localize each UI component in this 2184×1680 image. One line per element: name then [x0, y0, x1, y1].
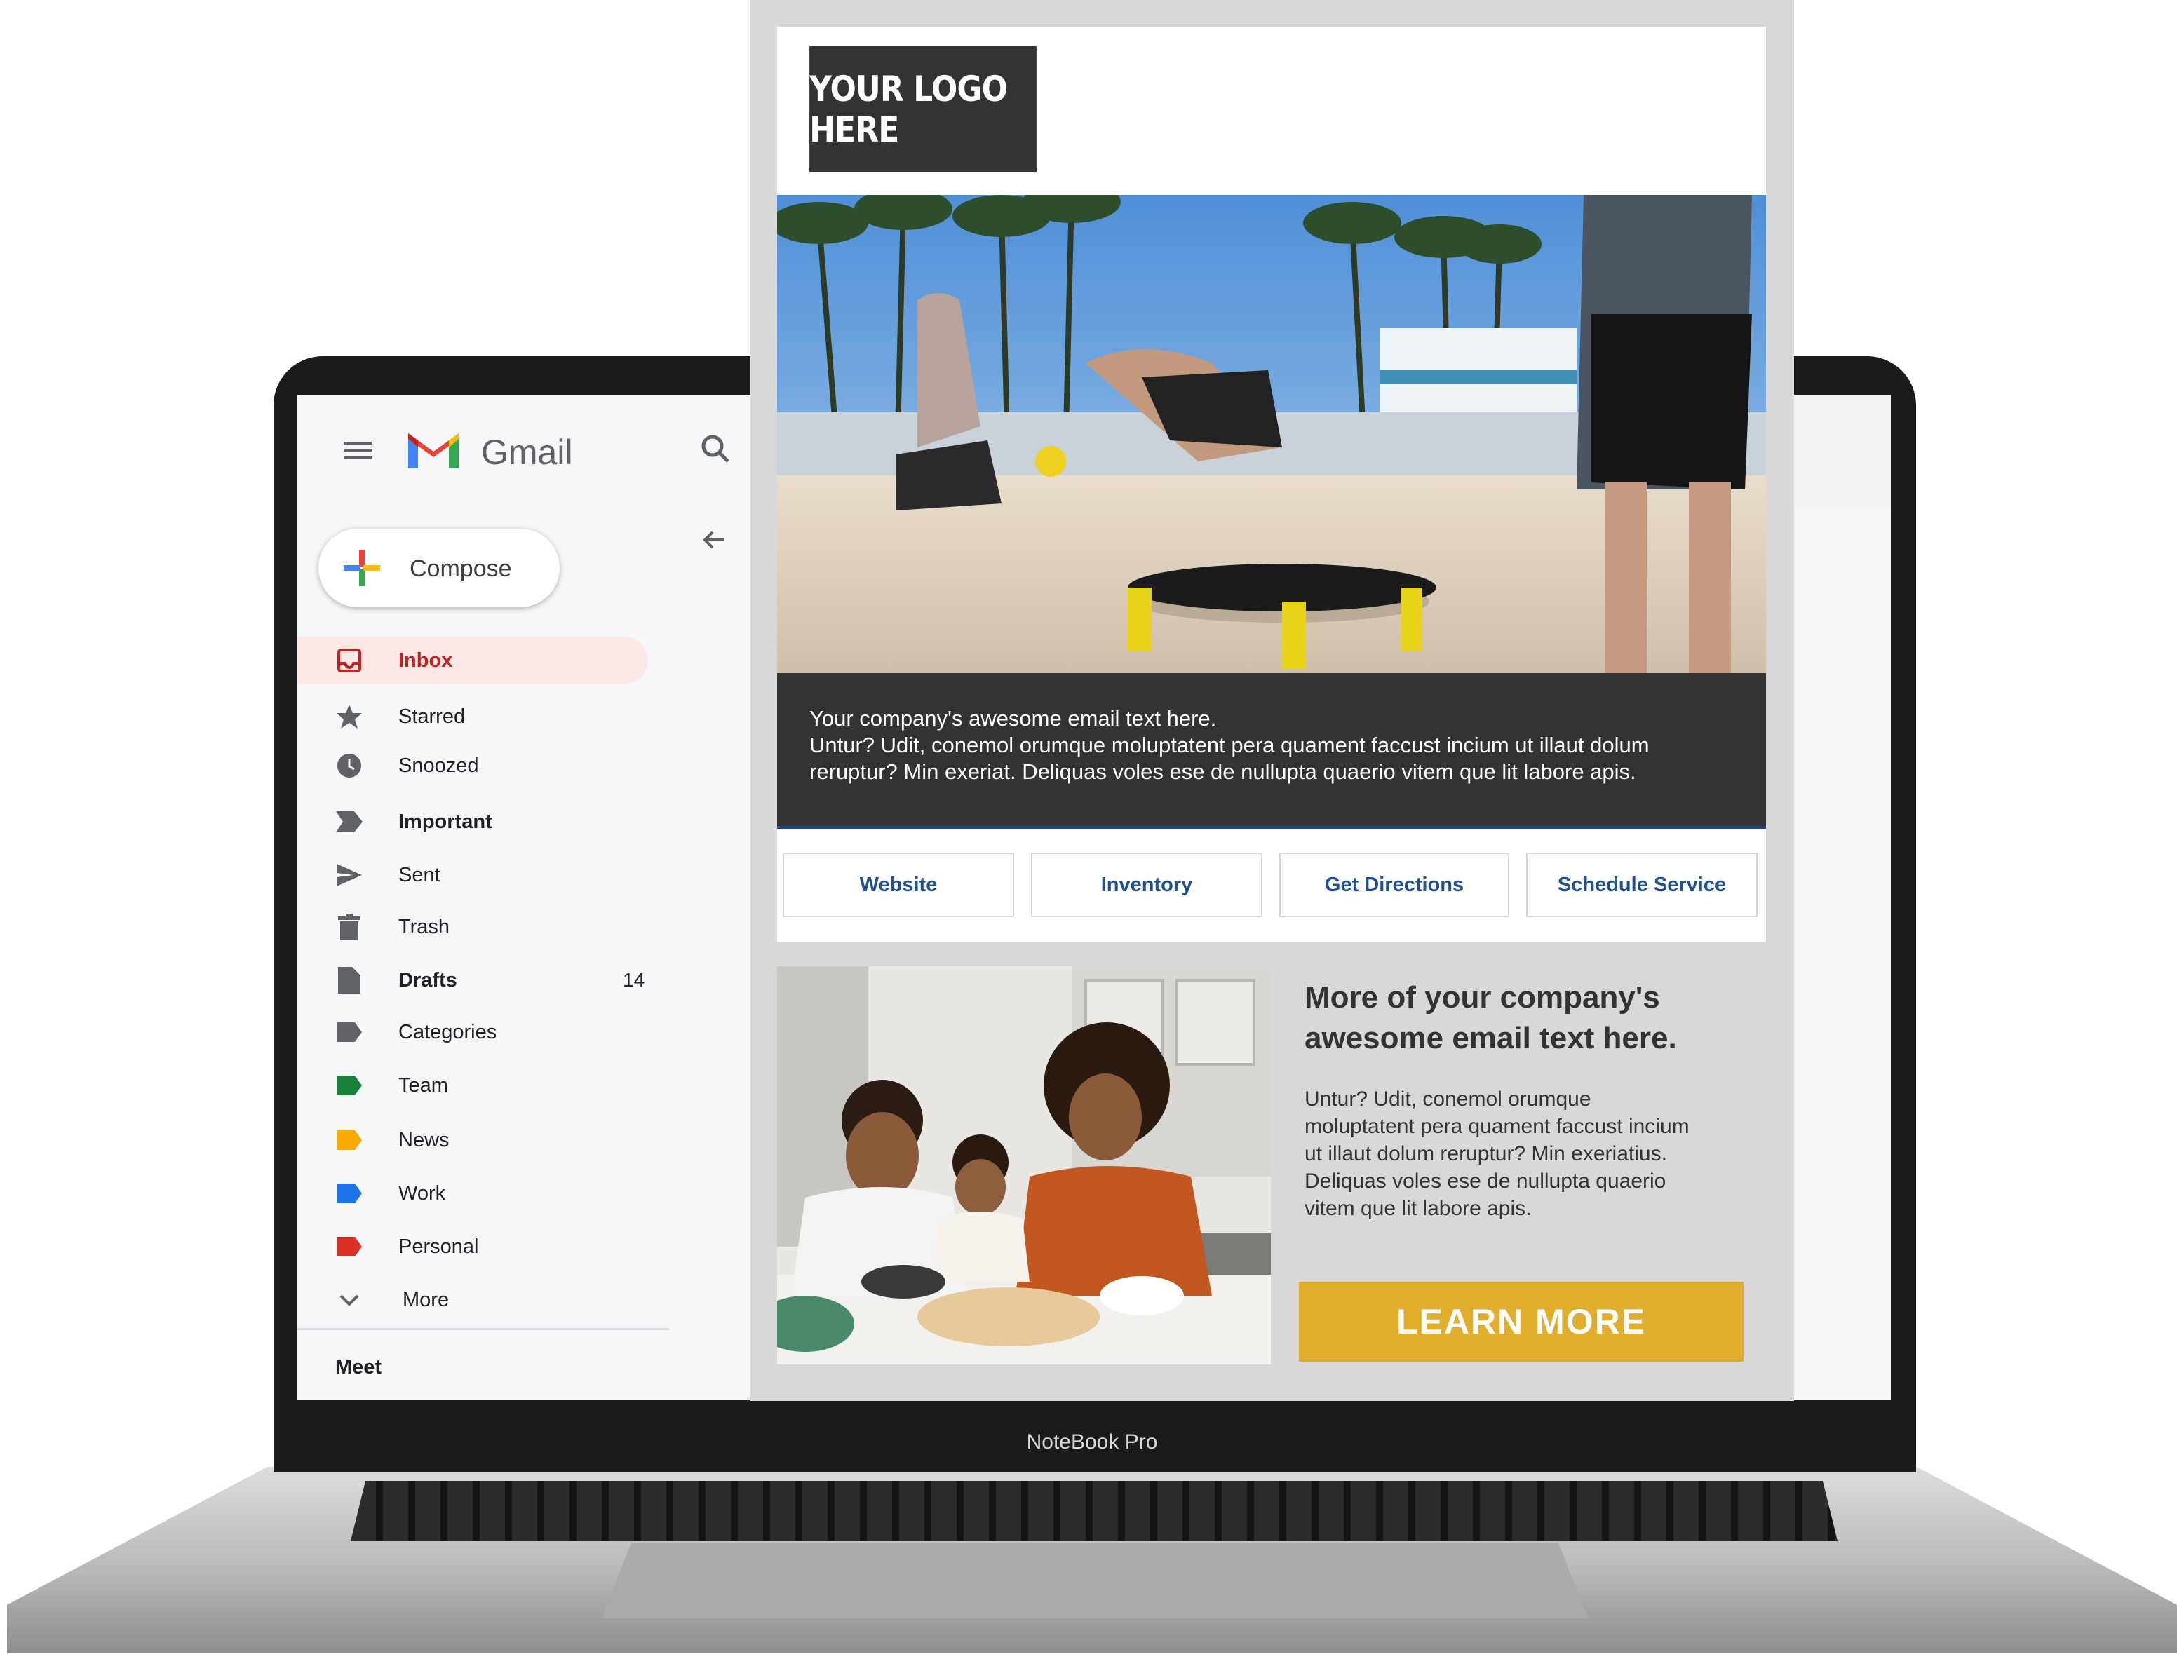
sidebar-item-trash[interactable]: Trash: [297, 903, 648, 951]
sidebar-nav: Inbox Starred Snoozed Important Sent Trash Dra…: [297, 637, 662, 1311]
app-title: Gmail: [481, 433, 573, 472]
gmail-logo-icon: [405, 429, 461, 471]
sidebar-item-label: Work: [398, 1181, 446, 1205]
sidebar-item-news[interactable]: News: [297, 1116, 648, 1164]
compose-plus-icon: [344, 550, 380, 586]
sidebar-item-starred[interactable]: Starred: [297, 693, 648, 740]
sidebar-item-label: Inbox: [398, 649, 453, 672]
sidebar-item-more[interactable]: More: [297, 1276, 648, 1324]
feature-heading-line-2: awesome email text here.: [1305, 1021, 1677, 1055]
feature-heading-line-1: More of your company's: [1305, 980, 1660, 1015]
sidebar-item-label: Categories: [398, 1020, 497, 1043]
sidebar-item-label: Drafts: [398, 968, 457, 991]
sidebar-item-personal[interactable]: Personal: [297, 1223, 648, 1271]
header-divider: [1784, 395, 1891, 508]
sidebar-item-inbox[interactable]: Inbox: [297, 637, 648, 684]
important-icon: [335, 808, 363, 836]
back-arrow-icon[interactable]: [700, 526, 728, 554]
keyboard: [351, 1481, 1838, 1541]
label-icon: [335, 1179, 363, 1207]
intro-text-band: Your company's awesome email text here. …: [777, 673, 1766, 829]
intro-line-2: reruptur? Min exeriat. Deliquas voles es…: [809, 759, 1636, 784]
sidebar-item-important[interactable]: Important: [297, 798, 648, 846]
search-icon[interactable]: [699, 432, 732, 466]
family-cooking-image: [777, 966, 1271, 1364]
sidebar-item-categories[interactable]: Categories: [297, 1008, 648, 1056]
draft-icon: [335, 966, 363, 994]
feature-body-line: Deliquas voles ese de nullupta quaerio: [1305, 1170, 1666, 1193]
schedule-service-button[interactable]: Schedule Service: [1526, 853, 1758, 917]
feature-body-line: vitem que lit labore apis.: [1305, 1197, 1532, 1220]
intro-line-1: Untur? Udit, conemol orumque moluptatent…: [809, 733, 1650, 757]
label-icon: [335, 1233, 363, 1261]
send-icon: [335, 861, 363, 889]
label-icon: [335, 1126, 363, 1154]
sidebar-item-label: More: [403, 1288, 450, 1311]
intro-title: Your company's awesome email text here.: [809, 706, 1217, 731]
clock-icon: [335, 752, 363, 780]
sidebar-item-label: Team: [398, 1073, 448, 1097]
sidebar-divider: [297, 1328, 669, 1330]
sidebar-item-label: Important: [398, 810, 492, 833]
feature-body-line: moluptatent pera quament faccust incium: [1305, 1115, 1690, 1138]
trackpad: [602, 1543, 1588, 1618]
sidebar-item-label: Starred: [398, 705, 466, 728]
feature-body-line: ut illaut dolum reruptur? Min exeriatius…: [1305, 1142, 1667, 1165]
feature-body: Untur? Udit, conemol orumque moluptatent…: [1305, 1085, 1739, 1222]
drafts-count-badge: 14: [623, 969, 645, 991]
compose-button[interactable]: Compose: [318, 529, 560, 607]
sidebar-item-drafts[interactable]: Drafts 14: [297, 956, 648, 1004]
feature-heading: More of your company's awesome email tex…: [1305, 977, 1739, 1059]
sidebar-item-label: News: [398, 1128, 450, 1151]
sidebar-item-label: Snoozed: [398, 754, 479, 777]
learn-more-button[interactable]: LEARN MORE: [1299, 1282, 1744, 1362]
compose-label: Compose: [410, 555, 512, 582]
sidebar-item-label: Trash: [398, 915, 450, 938]
get-directions-button[interactable]: Get Directions: [1279, 853, 1509, 917]
star-icon: [335, 703, 363, 731]
laptop-brand-label: NoteBook Pro: [1026, 1430, 1158, 1454]
inbox-icon: [335, 646, 363, 675]
sidebar-item-label: Sent: [398, 863, 440, 886]
sidebar-item-team[interactable]: Team: [297, 1062, 648, 1109]
hero-beach-image: [777, 195, 1766, 673]
sidebar-item-snoozed[interactable]: Snoozed: [297, 742, 648, 790]
label-icon: [335, 1018, 363, 1046]
trash-icon: [335, 913, 363, 941]
hamburger-menu-icon[interactable]: [344, 438, 375, 463]
meet-section-title: Meet: [335, 1356, 382, 1378]
chevron-down-icon: [335, 1286, 363, 1314]
sidebar-item-label: Personal: [398, 1235, 479, 1258]
sidebar-item-sent[interactable]: Sent: [297, 851, 648, 899]
label-icon: [335, 1071, 363, 1099]
logo-placeholder: YOUR LOGO HERE: [809, 46, 1037, 172]
feature-body-line: Untur? Udit, conemol orumque: [1305, 1088, 1591, 1111]
sidebar-item-work[interactable]: Work: [297, 1170, 648, 1217]
inventory-button[interactable]: Inventory: [1031, 853, 1262, 917]
website-button[interactable]: Website: [783, 853, 1014, 917]
